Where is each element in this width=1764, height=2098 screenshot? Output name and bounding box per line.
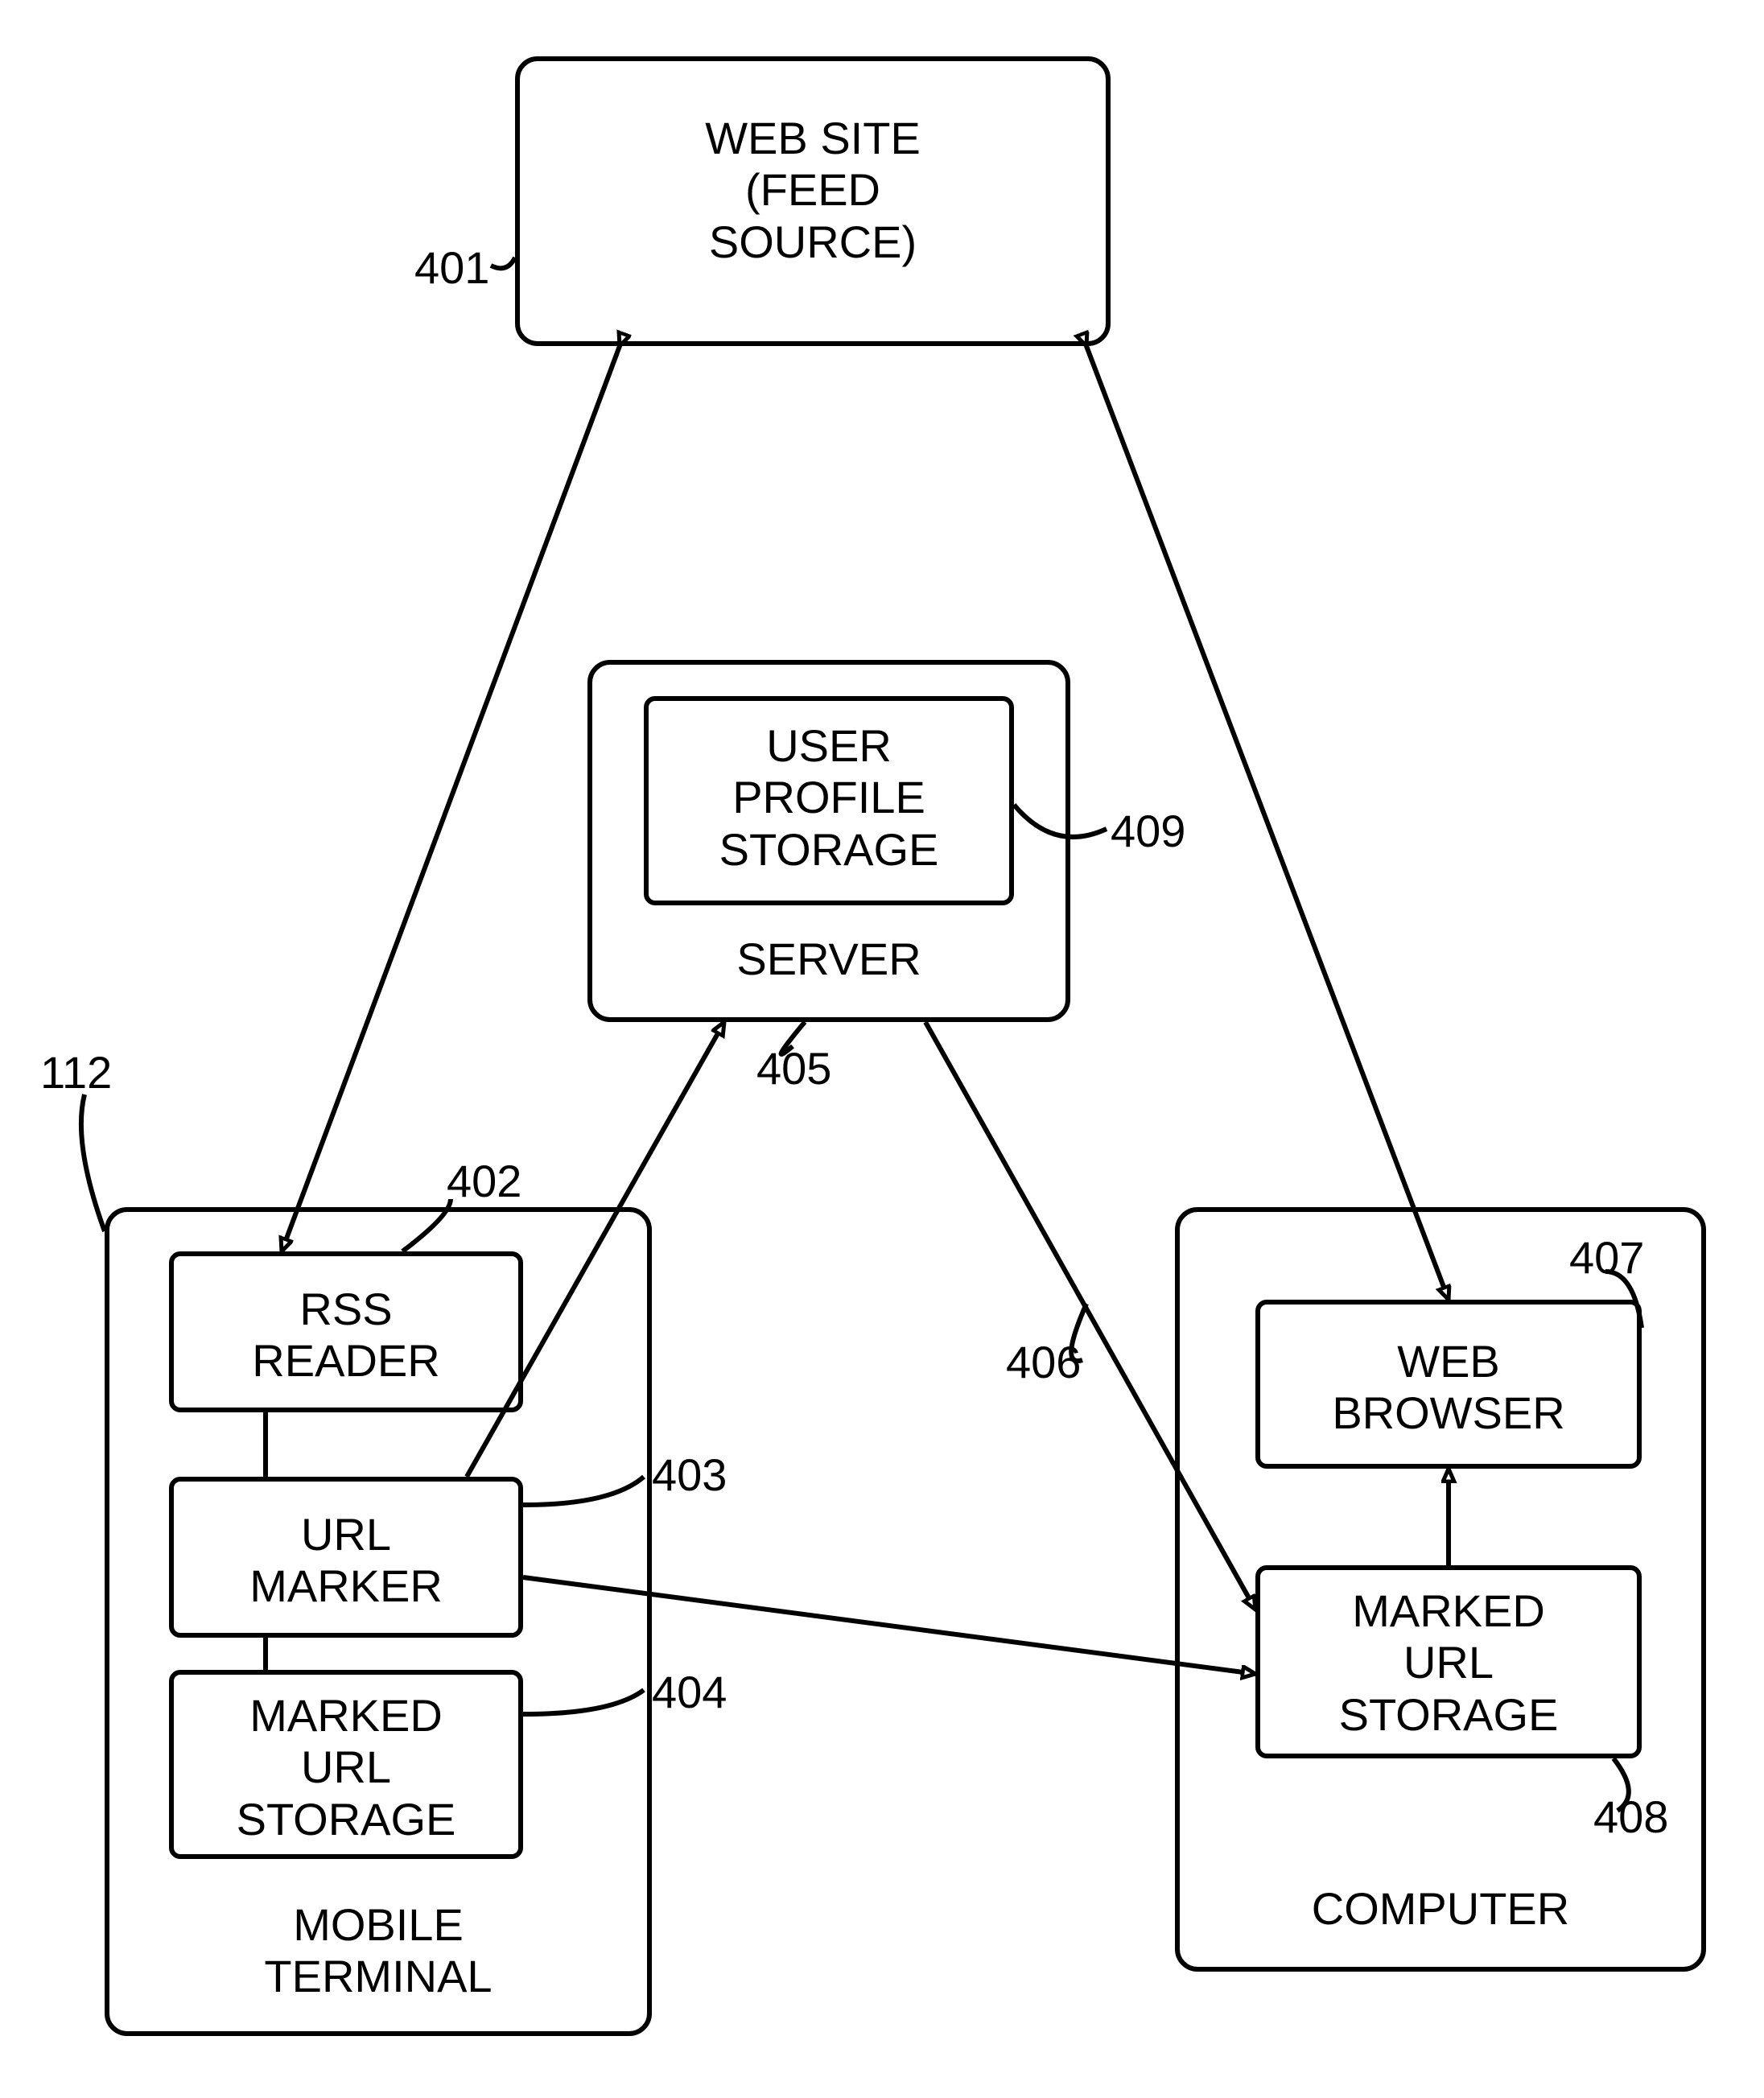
label-mobile: MOBILE TERMINAL — [105, 1899, 652, 2003]
diagram-stage: WEB SITE (FEED SOURCE) SERVER USER PROFI… — [0, 0, 1764, 2098]
ref-406: 406 — [1006, 1336, 1081, 1388]
label-browser: WEB BROWSER — [1255, 1336, 1642, 1440]
label-profile: USER PROFILE STORAGE — [644, 720, 1014, 876]
ref-405: 405 — [756, 1042, 831, 1094]
label-rss: RSS READER — [169, 1284, 523, 1387]
label-computer: COMPUTER — [1175, 1883, 1706, 1935]
label-urlmarker: URL MARKER — [169, 1509, 523, 1613]
ref-112: 112 — [40, 1046, 112, 1098]
ref-408: 408 — [1593, 1791, 1668, 1843]
label-server: SERVER — [587, 934, 1070, 985]
ref-409: 409 — [1111, 805, 1185, 857]
label-mstorage: MARKED URL STORAGE — [169, 1690, 523, 1845]
ref-407: 407 — [1569, 1231, 1644, 1284]
ref-402: 402 — [447, 1155, 521, 1207]
label-website: WEB SITE (FEED SOURCE) — [515, 113, 1111, 268]
ref-401: 401 — [414, 241, 489, 294]
label-cstorage: MARKED URL STORAGE — [1255, 1585, 1642, 1741]
ref-403: 403 — [652, 1449, 727, 1501]
ref-404: 404 — [652, 1666, 727, 1718]
